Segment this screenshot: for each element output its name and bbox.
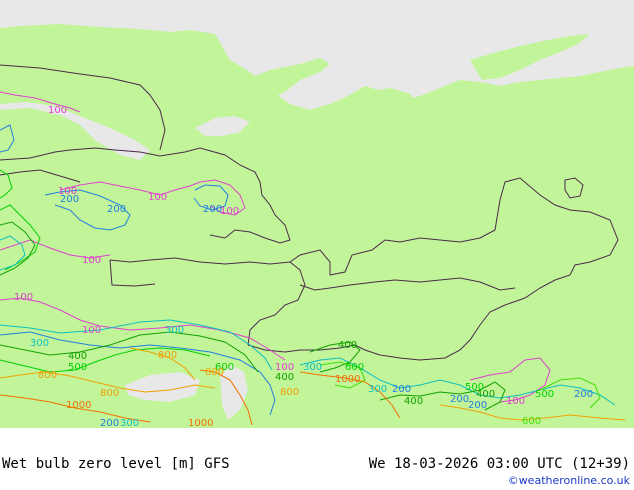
- site-credit-link[interactable]: ©weatheronline.co.uk: [508, 474, 630, 487]
- weather-map: 100 100 200 200 100 200 100 100 100 100 …: [0, 0, 634, 428]
- contour-label: 400: [404, 396, 423, 407]
- map-footer: Wet bulb zero level [m] GFS We 18-03-202…: [0, 428, 634, 490]
- forecast-datetime: We 18-03-2026 03:00 UTC (12+39): [368, 456, 630, 472]
- contour-label: 600: [345, 362, 364, 373]
- contour-label: 100: [148, 192, 167, 203]
- contour-label: 500: [68, 362, 87, 373]
- contour-label: 800: [38, 370, 57, 381]
- contour-label: 400: [68, 351, 87, 362]
- contour-label: 300: [30, 338, 49, 349]
- contour-label: 100: [220, 206, 239, 217]
- contour-label: 800: [158, 350, 177, 361]
- contour-label: 600: [522, 416, 541, 427]
- contour-label: 100: [506, 396, 525, 407]
- contour-label: 400: [338, 340, 357, 351]
- contour-label: 500: [465, 382, 484, 393]
- contour-label: 200: [450, 394, 469, 405]
- contour-label: 100: [82, 255, 101, 266]
- contour-label: 800: [100, 388, 119, 399]
- contour-label: 400: [275, 372, 294, 383]
- contour-label: 200: [468, 400, 487, 411]
- contour-label: 1000: [335, 374, 360, 385]
- contour-label: 300: [165, 325, 184, 336]
- contour-label: 200: [107, 204, 126, 215]
- contour-label: 800: [205, 367, 224, 378]
- contour-label: 100: [48, 105, 67, 116]
- contour-label: 100: [14, 292, 33, 303]
- contour-label: 200: [100, 418, 119, 428]
- map-title: Wet bulb zero level [m] GFS: [2, 456, 230, 472]
- contour-label: 100: [82, 325, 101, 336]
- contour-label: 200: [60, 194, 79, 205]
- contour-label: 800: [280, 387, 299, 398]
- contour-label: 300: [368, 384, 387, 395]
- contour-label: 500: [535, 389, 554, 400]
- contour-label: 1000: [188, 418, 213, 428]
- contour-label: 300: [120, 418, 139, 428]
- contour-label: 200: [392, 384, 411, 395]
- contour-label: 1000: [66, 400, 91, 411]
- contour-label: 300: [303, 362, 322, 373]
- contour-label: 200: [574, 389, 593, 400]
